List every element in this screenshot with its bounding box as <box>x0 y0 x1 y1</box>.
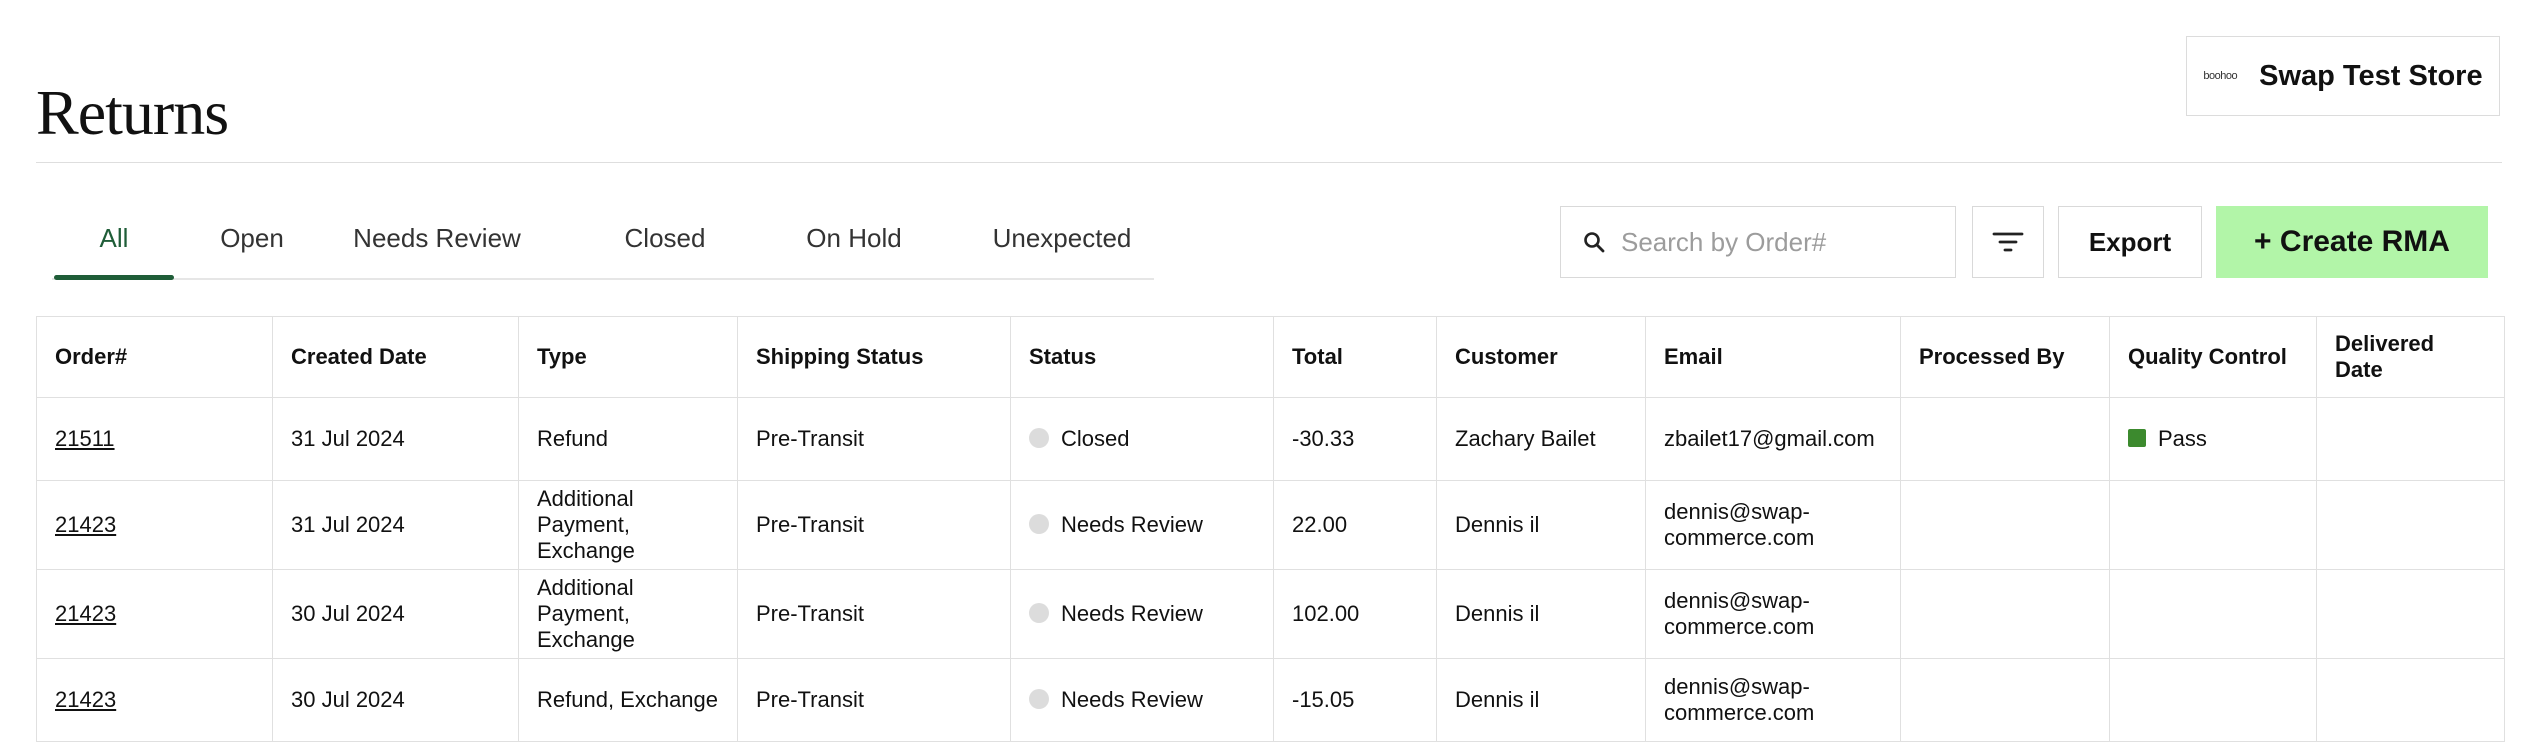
order-link[interactable]: 21423 <box>55 687 116 712</box>
delivered-date-cell <box>2316 480 2505 570</box>
column-header-customer[interactable]: Customer <box>1436 316 1646 398</box>
email-cell: dennis@swap-commerce.com <box>1645 658 1901 742</box>
tab-needs-review[interactable]: Needs Review <box>346 210 528 278</box>
column-header-delivered-date[interactable]: Delivered Date <box>2316 316 2505 398</box>
status-cell: Needs Review <box>1010 480 1274 570</box>
quality-control-cell <box>2109 658 2317 742</box>
status-cell: Needs Review <box>1010 569 1274 659</box>
quality-control-cell <box>2109 480 2317 570</box>
customer-cell: Dennis il <box>1436 569 1646 659</box>
qc-pass-icon <box>2128 429 2146 448</box>
status-dot-icon <box>1029 603 1049 624</box>
total-cell: 102.00 <box>1273 569 1437 659</box>
filter-button[interactable] <box>1972 206 2044 278</box>
column-header-email[interactable]: Email <box>1645 316 1901 398</box>
total-cell: 22.00 <box>1273 480 1437 570</box>
processed-by-cell <box>1900 569 2110 659</box>
store-name: Swap Test Store <box>2259 59 2483 92</box>
type-cell: Refund, Exchange <box>518 658 738 742</box>
status-dot-icon <box>1029 689 1049 710</box>
customer-cell: Dennis il <box>1436 480 1646 570</box>
order-link[interactable]: 21511 <box>55 426 115 451</box>
column-header-type[interactable]: Type <box>518 316 738 398</box>
tab-closed[interactable]: Closed <box>600 210 730 278</box>
email-cell: dennis@swap-commerce.com <box>1645 569 1901 659</box>
column-header-created-date[interactable]: Created Date <box>272 316 519 398</box>
created-date-cell: 31 Jul 2024 <box>272 397 519 481</box>
shipping-status-cell: Pre-Transit <box>737 658 1011 742</box>
created-date-cell: 31 Jul 2024 <box>272 480 519 570</box>
status-tabs: All Open Needs Review Closed On Hold Une… <box>52 210 1154 280</box>
type-cell: Additional Payment, Exchange <box>518 480 738 570</box>
tab-unexpected[interactable]: Unexpected <box>968 210 1156 278</box>
table-row[interactable]: 21511 31 Jul 2024 Refund Pre-Transit Clo… <box>36 397 2505 481</box>
search-box <box>1560 206 1956 278</box>
table-header-row: Order# Created Date Type Shipping Status… <box>36 316 2505 398</box>
table-row[interactable]: 21423 31 Jul 2024 Additional Payment, Ex… <box>36 480 2505 570</box>
page-title: Returns <box>36 76 229 148</box>
status-dot-icon <box>1029 514 1049 535</box>
tab-all[interactable]: All <box>54 210 174 280</box>
email-cell: dennis@swap-commerce.com <box>1645 480 1901 570</box>
shipping-status-cell: Pre-Transit <box>737 397 1011 481</box>
quality-control-cell <box>2109 569 2317 659</box>
shipping-status-cell: Pre-Transit <box>737 569 1011 659</box>
email-cell: zbailet17@gmail.com <box>1645 397 1901 481</box>
search-input[interactable] <box>1621 226 1941 258</box>
header-divider <box>36 162 2502 163</box>
returns-table: Order# Created Date Type Shipping Status… <box>36 316 2505 742</box>
column-header-processed-by[interactable]: Processed By <box>1900 316 2110 398</box>
status-cell: Needs Review <box>1010 658 1274 742</box>
status-label: Needs Review <box>1061 687 1203 712</box>
customer-cell: Zachary Bailet <box>1436 397 1646 481</box>
status-label: Needs Review <box>1061 512 1203 537</box>
processed-by-cell <box>1900 397 2110 481</box>
column-header-total[interactable]: Total <box>1273 316 1437 398</box>
search-icon <box>1584 232 1605 253</box>
delivered-date-cell <box>2316 569 2505 659</box>
total-cell: -15.05 <box>1273 658 1437 742</box>
processed-by-cell <box>1900 658 2110 742</box>
create-rma-button[interactable]: + Create RMA <box>2216 206 2488 278</box>
customer-cell: Dennis il <box>1436 658 1646 742</box>
shipping-status-cell: Pre-Transit <box>737 480 1011 570</box>
type-cell: Additional Payment, Exchange <box>518 569 738 659</box>
qc-label: Pass <box>2158 426 2207 451</box>
created-date-cell: 30 Jul 2024 <box>272 569 519 659</box>
order-link[interactable]: 21423 <box>55 512 116 537</box>
tab-open[interactable]: Open <box>198 210 306 278</box>
column-header-status[interactable]: Status <box>1010 316 1274 398</box>
status-dot-icon <box>1029 428 1049 449</box>
column-header-quality-control[interactable]: Quality Control <box>2109 316 2317 398</box>
column-header-order[interactable]: Order# <box>36 316 273 398</box>
tab-on-hold[interactable]: On Hold <box>780 210 928 278</box>
store-logo: boohoo <box>2203 70 2238 82</box>
column-header-shipping-status[interactable]: Shipping Status <box>737 316 1011 398</box>
processed-by-cell <box>1900 480 2110 570</box>
status-label: Needs Review <box>1061 601 1203 626</box>
filter-icon <box>1992 232 2024 252</box>
quality-control-cell: Pass <box>2109 397 2317 481</box>
delivered-date-cell <box>2316 658 2505 742</box>
export-button[interactable]: Export <box>2058 206 2202 278</box>
total-cell: -30.33 <box>1273 397 1437 481</box>
status-label: Closed <box>1061 426 1130 451</box>
table-row[interactable]: 21423 30 Jul 2024 Additional Payment, Ex… <box>36 569 2505 659</box>
status-cell: Closed <box>1010 397 1274 481</box>
delivered-date-cell <box>2316 397 2505 481</box>
order-link[interactable]: 21423 <box>55 601 116 626</box>
type-cell: Refund <box>518 397 738 481</box>
created-date-cell: 30 Jul 2024 <box>272 658 519 742</box>
table-row[interactable]: 21423 30 Jul 2024 Refund, Exchange Pre-T… <box>36 658 2505 742</box>
store-switcher[interactable]: boohoo Swap Test Store <box>2186 36 2500 116</box>
